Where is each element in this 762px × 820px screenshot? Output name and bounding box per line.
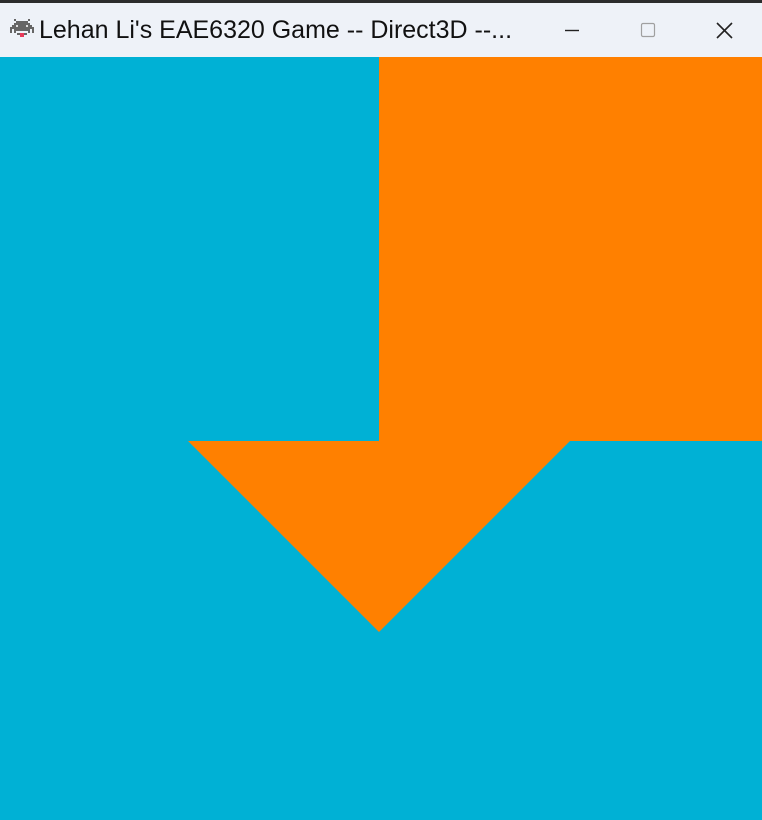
maximize-button[interactable] <box>610 3 686 57</box>
window-title: Lehan Li's EAE6320 Game -- Direct3D --..… <box>39 16 513 44</box>
space-invader-icon <box>10 17 34 41</box>
minimize-icon <box>565 29 579 32</box>
maximize-icon <box>640 22 656 38</box>
close-button[interactable] <box>686 3 762 57</box>
game-window: Lehan Li's EAE6320 Game -- Direct3D --..… <box>0 0 762 820</box>
render-viewport[interactable] <box>0 57 762 820</box>
close-icon <box>716 22 733 39</box>
title-bar[interactable]: Lehan Li's EAE6320 Game -- Direct3D --..… <box>0 0 762 57</box>
minimize-button[interactable] <box>534 3 610 57</box>
scene-canvas <box>0 57 762 820</box>
